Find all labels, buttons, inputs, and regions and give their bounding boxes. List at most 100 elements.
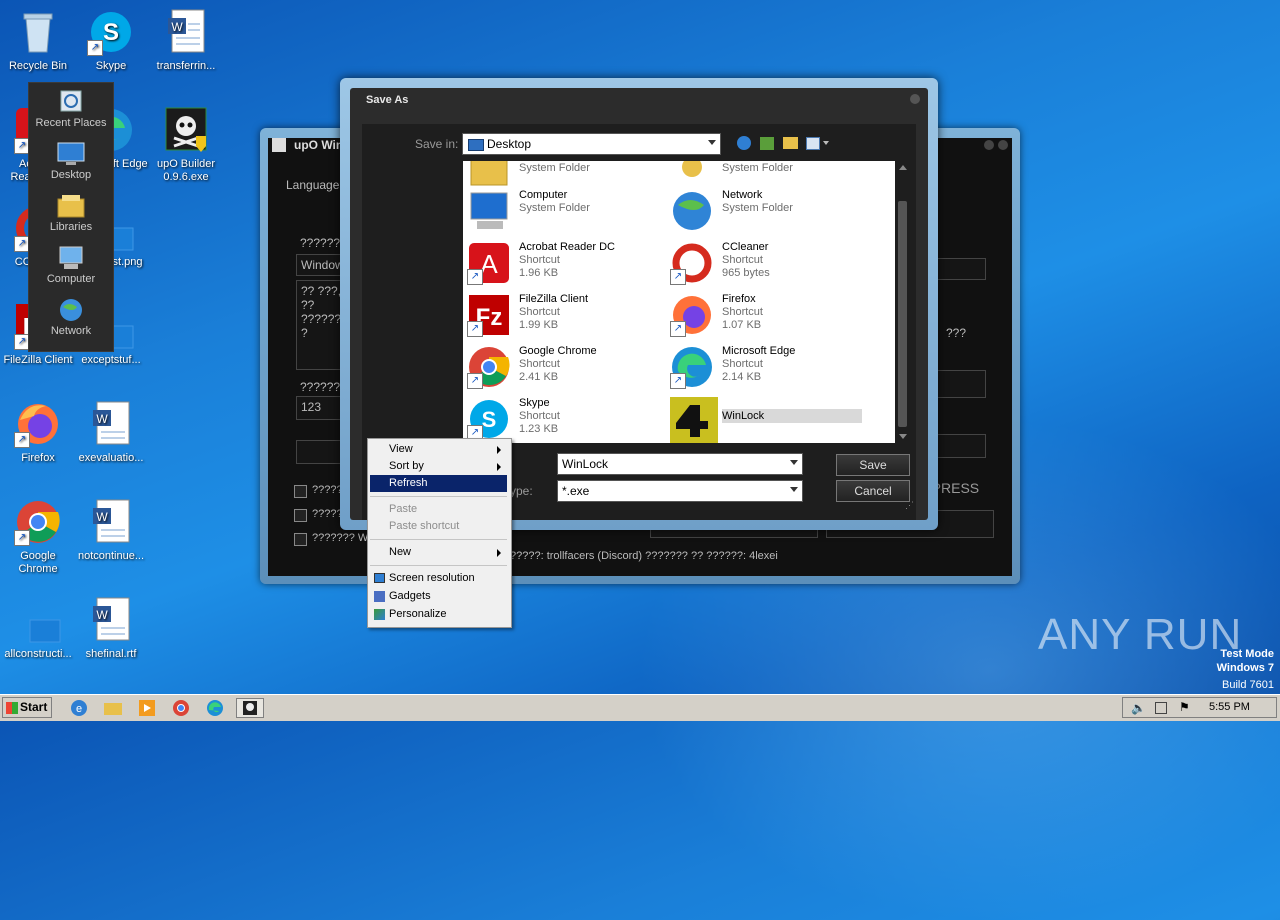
close-button[interactable]: [910, 94, 920, 104]
filename-input[interactable]: WinLock: [557, 453, 803, 475]
builder-footer-credits: ?????: trollfacers (Discord) ??????? ?? …: [510, 550, 778, 562]
places-bar: Recent Places Desktop Libraries Computer…: [28, 82, 114, 352]
taskbar-media-player-icon[interactable]: [136, 698, 158, 718]
file-item-winlock[interactable]: WinLock: [666, 395, 862, 443]
desktop-icon-transferrin[interactable]: W transferrin...: [148, 8, 224, 73]
new-folder-icon[interactable]: [783, 137, 798, 149]
desktop-icon-shefinal[interactable]: W shefinal.rtf: [73, 596, 149, 661]
file-item-network[interactable]: Network System Folder: [666, 187, 866, 235]
recycle-bin-icon: [14, 8, 62, 56]
action-center-flag-icon[interactable]: ⚑: [1179, 700, 1190, 714]
minimize-button[interactable]: [984, 140, 994, 150]
firefox-icon: ↗: [14, 400, 62, 448]
file-item-chrome[interactable]: ↗ Google Chrome Shortcut 2.41 KB: [463, 343, 663, 391]
file-size: 1.23 KB: [519, 423, 559, 435]
skype-icon: S ↗: [467, 397, 511, 441]
menu-language[interactable]: Language: [286, 178, 339, 192]
menu-item-refresh[interactable]: Refresh: [370, 475, 507, 492]
skull-app-icon: [272, 138, 286, 152]
desktop-icon-notcontinue[interactable]: W notcontinue...: [73, 498, 149, 563]
vertical-scrollbar[interactable]: [895, 161, 910, 443]
screen-resolution-icon: [374, 573, 385, 583]
desktop-icon: [56, 141, 86, 167]
menu-item-new[interactable]: New: [370, 544, 507, 561]
volume-icon[interactable]: 🔈: [1131, 701, 1146, 715]
desktop-icon-allconstructi[interactable]: allconstructi...: [0, 596, 76, 661]
taskbar-chrome-icon[interactable]: [170, 698, 192, 718]
shortcut-arrow-icon: ↗: [14, 432, 30, 448]
desktop-icon-skype[interactable]: S ↗ Skype: [73, 8, 149, 73]
resize-grip-icon[interactable]: ⋰: [905, 500, 915, 510]
place-libraries[interactable]: Libraries: [29, 193, 113, 233]
place-network[interactable]: Network: [29, 297, 113, 337]
menu-separator: [370, 539, 507, 540]
checkbox-2[interactable]: [294, 509, 307, 522]
up-folder-icon[interactable]: [760, 137, 774, 150]
scroll-down-icon[interactable]: [899, 434, 907, 439]
menu-item-paste[interactable]: Paste: [370, 501, 507, 518]
checkbox-3[interactable]: [294, 533, 307, 546]
filetype-dropdown[interactable]: *.exe: [557, 480, 803, 502]
desktop-icon-upo-builder[interactable]: upO Builder 0.9.6.exe: [148, 106, 224, 184]
network-icon: [56, 297, 86, 323]
desktop-icon-label: transferrin...: [156, 60, 216, 72]
menu-item-paste-shortcut[interactable]: Paste shortcut: [370, 518, 507, 535]
chevron-down-icon[interactable]: [823, 141, 829, 145]
taskbar-ie-icon[interactable]: e: [68, 698, 90, 718]
file-item-firefox[interactable]: ↗ Firefox Shortcut 1.07 KB: [666, 291, 866, 339]
views-menu-icon[interactable]: [806, 137, 820, 150]
close-button[interactable]: [998, 140, 1008, 150]
taskbar-upo-builder-button[interactable]: [236, 698, 264, 718]
menu-item-gadgets[interactable]: Gadgets: [370, 588, 507, 605]
save-button[interactable]: Save: [836, 454, 910, 476]
menu-label: View: [389, 443, 413, 455]
file-item-computer[interactable]: Computer System Folder: [463, 187, 663, 235]
scrollbar-thumb[interactable]: [898, 201, 907, 427]
shortcut-arrow-icon: ↗: [467, 373, 483, 389]
menu-item-personalize[interactable]: Personalize: [370, 606, 507, 623]
file-name: Network: [722, 189, 763, 201]
place-label: Libraries: [49, 221, 93, 233]
file-item-acrobat[interactable]: A ↗ Acrobat Reader DC Shortcut 1.96 KB: [463, 239, 663, 287]
network-tray-icon[interactable]: [1155, 702, 1167, 714]
place-computer[interactable]: Computer: [29, 245, 113, 285]
shortcut-arrow-icon: ↗: [670, 269, 686, 285]
start-button[interactable]: Start: [2, 697, 52, 718]
menu-item-view[interactable]: View: [370, 441, 507, 458]
file-item-filezilla[interactable]: Fz ↗ FileZilla Client Shortcut 1.99 KB: [463, 291, 663, 339]
file-name: Microsoft Edge: [722, 345, 796, 357]
file-type: Shortcut: [519, 410, 560, 422]
place-desktop[interactable]: Desktop: [29, 141, 113, 181]
file-item-ccleaner[interactable]: ↗ CCleaner Shortcut 965 bytes: [666, 239, 866, 287]
desktop-icon-firefox[interactable]: ↗ Firefox: [0, 400, 76, 465]
desktop-icon: [468, 139, 484, 151]
file-type: Shortcut: [519, 358, 560, 370]
taskbar-explorer-icon[interactable]: [102, 698, 124, 718]
desktop-icon-exevaluatio[interactable]: W exevaluatio...: [73, 400, 149, 465]
file-size: 1.96 KB: [519, 267, 559, 279]
desktop-icon-label: Firefox: [21, 452, 55, 464]
word-document-icon: W: [87, 498, 135, 546]
chevron-down-icon: [790, 487, 798, 492]
cancel-button[interactable]: Cancel: [836, 480, 910, 502]
checkbox-1[interactable]: [294, 485, 307, 498]
back-icon[interactable]: [737, 136, 751, 150]
desktop-icon-recycle-bin[interactable]: Recycle Bin: [0, 8, 76, 73]
file-item-edge[interactable]: ↗ Microsoft Edge Shortcut 2.14 KB: [666, 343, 866, 391]
menu-item-screen-resolution[interactable]: Screen resolution: [370, 570, 507, 587]
file-item-skype[interactable]: S ↗ Skype Shortcut 1.23 KB: [463, 395, 663, 443]
taskbar-edge-icon[interactable]: [204, 698, 226, 718]
place-recent-places[interactable]: Recent Places: [29, 89, 113, 129]
file-name: FileZilla Client: [519, 293, 589, 305]
network-icon: [670, 189, 714, 233]
windows-version-text: Windows 7: [1216, 662, 1274, 674]
scroll-up-icon[interactable]: [899, 165, 907, 170]
svg-text:e: e: [76, 703, 82, 715]
save-in-dropdown[interactable]: Desktop: [462, 133, 721, 155]
file-size: 1.07 KB: [722, 319, 762, 331]
word-document-icon: W: [87, 400, 135, 448]
desktop-icon-chrome[interactable]: ↗ Google Chrome: [0, 498, 76, 576]
clock[interactable]: 5:55 PM: [1209, 701, 1250, 713]
menu-item-sort-by[interactable]: Sort by: [370, 458, 507, 475]
submenu-arrow-icon: [497, 446, 501, 454]
